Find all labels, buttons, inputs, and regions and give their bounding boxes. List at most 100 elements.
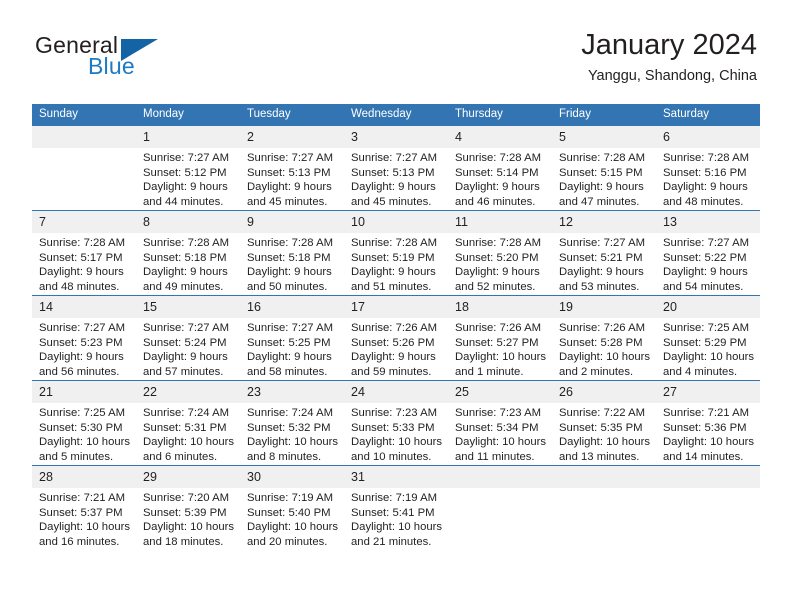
weekday-header-row: Sunday Monday Tuesday Wednesday Thursday… (32, 104, 760, 126)
sunset-text: Sunset: 5:27 PM (455, 336, 539, 349)
sunset-text: Sunset: 5:20 PM (455, 251, 539, 264)
day-sun-info: Sunrise: 7:27 AM Sunset: 5:25 PM Daylight:… (240, 318, 344, 379)
sunset-text: Sunset: 5:26 PM (351, 336, 435, 349)
calendar-day-cell[interactable]: 9 Sunrise: 7:28 AM Sunset: 5:18 PM Daylight… (240, 210, 344, 296)
daylight-text-line2: and 50 minutes. (247, 280, 328, 293)
day-number: 29 (136, 466, 240, 488)
calendar-day-cell[interactable]: 20 Sunrise: 7:25 AM Sunset: 5:29 PM Dayligh… (656, 295, 760, 381)
sunrise-text: Sunrise: 7:20 AM (143, 492, 230, 504)
calendar-day-cell[interactable]: 19 Sunrise: 7:26 AM Sunset: 5:28 PM Dayligh… (552, 295, 656, 381)
calendar-day-cell[interactable]: 1 Sunrise: 7:27 AM Sunset: 5:12 PM Daylight… (136, 126, 240, 211)
sunset-text: Sunset: 5:25 PM (247, 336, 331, 349)
daylight-text-line2: and 59 minutes. (351, 365, 432, 378)
day-number: 26 (552, 381, 656, 403)
calendar-day-cell[interactable]: 6 Sunrise: 7:28 AM Sunset: 5:16 PM Daylight… (656, 126, 760, 211)
daylight-text-line1: Daylight: 10 hours (247, 436, 339, 449)
daylight-text-line1: Daylight: 9 hours (247, 266, 332, 279)
page-title: January 2024 (581, 29, 757, 61)
daylight-text-line1: Daylight: 9 hours (455, 266, 540, 279)
sunrise-text: Sunrise: 7:27 AM (247, 152, 334, 164)
day-number (32, 126, 136, 148)
daylight-text-line2: and 1 minute. (455, 365, 524, 378)
calendar-day-cell[interactable]: 17 Sunrise: 7:26 AM Sunset: 5:26 PM Dayligh… (344, 295, 448, 381)
calendar-day-cell[interactable]: 3 Sunrise: 7:27 AM Sunset: 5:13 PM Daylight… (344, 126, 448, 211)
calendar-table: Sunday Monday Tuesday Wednesday Thursday… (32, 104, 760, 550)
calendar-day-cell[interactable]: 14 Sunrise: 7:27 AM Sunset: 5:23 PM Dayligh… (32, 295, 136, 381)
sunrise-text: Sunrise: 7:27 AM (143, 322, 230, 334)
calendar-day-cell[interactable]: 15 Sunrise: 7:27 AM Sunset: 5:24 PM Dayligh… (136, 295, 240, 381)
calendar-day-cell[interactable]: 16 Sunrise: 7:27 AM Sunset: 5:25 PM Dayligh… (240, 295, 344, 381)
page-header: General Blue January 2024 Yanggu, Shando… (35, 28, 757, 90)
day-number: 20 (656, 296, 760, 318)
day-sun-info: Sunrise: 7:26 AM Sunset: 5:28 PM Daylight:… (552, 318, 656, 379)
daylight-text-line1: Daylight: 10 hours (351, 436, 443, 449)
calendar-day-cell[interactable]: 8 Sunrise: 7:28 AM Sunset: 5:18 PM Daylight… (136, 210, 240, 296)
sunset-text: Sunset: 5:16 PM (663, 166, 747, 179)
day-number: 6 (656, 126, 760, 148)
calendar-week-row: 1 Sunrise: 7:27 AM Sunset: 5:12 PM Daylight… (32, 126, 760, 211)
sunrise-text: Sunrise: 7:26 AM (559, 322, 646, 334)
calendar-day-cell[interactable]: 23 Sunrise: 7:24 AM Sunset: 5:32 PM Dayligh… (240, 380, 344, 466)
daylight-text-line1: Daylight: 10 hours (663, 436, 755, 449)
day-number (656, 466, 760, 488)
day-sun-info: Sunrise: 7:27 AM Sunset: 5:21 PM Daylight:… (552, 233, 656, 294)
sunset-text: Sunset: 5:24 PM (143, 336, 227, 349)
sunset-text: Sunset: 5:37 PM (39, 506, 123, 519)
calendar-day-cell[interactable]: 27 Sunrise: 7:21 AM Sunset: 5:36 PM Dayligh… (656, 380, 760, 466)
calendar-day-cell[interactable]: 31 Sunrise: 7:19 AM Sunset: 5:41 PM Dayligh… (344, 465, 448, 550)
calendar-day-cell[interactable]: 4 Sunrise: 7:28 AM Sunset: 5:14 PM Daylight… (448, 126, 552, 211)
sunrise-text: Sunrise: 7:24 AM (143, 407, 230, 419)
calendar-day-cell[interactable]: 24 Sunrise: 7:23 AM Sunset: 5:33 PM Dayligh… (344, 380, 448, 466)
sunrise-text: Sunrise: 7:23 AM (455, 407, 542, 419)
daylight-text-line1: Daylight: 10 hours (143, 436, 235, 449)
sunset-text: Sunset: 5:18 PM (247, 251, 331, 264)
sunrise-text: Sunrise: 7:24 AM (247, 407, 334, 419)
sunrise-text: Sunrise: 7:28 AM (663, 152, 750, 164)
daylight-text-line1: Daylight: 10 hours (247, 521, 339, 534)
sunrise-text: Sunrise: 7:21 AM (663, 407, 750, 419)
calendar-day-cell[interactable]: 21 Sunrise: 7:25 AM Sunset: 5:30 PM Dayligh… (32, 380, 136, 466)
calendar-day-cell[interactable]: 29 Sunrise: 7:20 AM Sunset: 5:39 PM Dayligh… (136, 465, 240, 550)
weekday-header-wednesday: Wednesday (344, 104, 448, 126)
calendar-day-cell[interactable]: 2 Sunrise: 7:27 AM Sunset: 5:13 PM Daylight… (240, 126, 344, 211)
day-sun-info: Sunrise: 7:27 AM Sunset: 5:22 PM Daylight:… (656, 233, 760, 294)
day-sun-info: Sunrise: 7:23 AM Sunset: 5:34 PM Daylight:… (448, 403, 552, 464)
sunset-text: Sunset: 5:14 PM (455, 166, 539, 179)
day-number: 3 (344, 126, 448, 148)
sunrise-text: Sunrise: 7:28 AM (247, 237, 334, 249)
sunset-text: Sunset: 5:31 PM (143, 421, 227, 434)
calendar-day-cell[interactable]: 25 Sunrise: 7:23 AM Sunset: 5:34 PM Dayligh… (448, 380, 552, 466)
calendar-day-cell[interactable]: 13 Sunrise: 7:27 AM Sunset: 5:22 PM Dayligh… (656, 210, 760, 296)
calendar-day-cell[interactable]: 30 Sunrise: 7:19 AM Sunset: 5:40 PM Dayligh… (240, 465, 344, 550)
calendar-day-cell[interactable]: 7 Sunrise: 7:28 AM Sunset: 5:17 PM Daylight… (32, 210, 136, 296)
day-number: 1 (136, 126, 240, 148)
sunset-text: Sunset: 5:33 PM (351, 421, 435, 434)
calendar-day-cell[interactable]: 26 Sunrise: 7:22 AM Sunset: 5:35 PM Dayligh… (552, 380, 656, 466)
day-sun-info: Sunrise: 7:27 AM Sunset: 5:12 PM Daylight:… (136, 148, 240, 209)
calendar-day-cell[interactable]: 10 Sunrise: 7:28 AM Sunset: 5:19 PM Dayligh… (344, 210, 448, 296)
daylight-text-line2: and 56 minutes. (39, 365, 120, 378)
calendar-day-cell[interactable]: 22 Sunrise: 7:24 AM Sunset: 5:31 PM Dayligh… (136, 380, 240, 466)
day-number: 30 (240, 466, 344, 488)
sunrise-text: Sunrise: 7:27 AM (143, 152, 230, 164)
calendar-day-cell[interactable]: 12 Sunrise: 7:27 AM Sunset: 5:21 PM Dayligh… (552, 210, 656, 296)
day-sun-info (32, 148, 136, 151)
calendar-day-cell[interactable]: 11 Sunrise: 7:28 AM Sunset: 5:20 PM Dayligh… (448, 210, 552, 296)
daylight-text-line1: Daylight: 10 hours (559, 436, 651, 449)
day-sun-info (656, 488, 760, 491)
sunset-text: Sunset: 5:17 PM (39, 251, 123, 264)
day-sun-info: Sunrise: 7:27 AM Sunset: 5:24 PM Daylight:… (136, 318, 240, 379)
daylight-text-line2: and 2 minutes. (559, 365, 634, 378)
daylight-text-line1: Daylight: 10 hours (455, 351, 547, 364)
sunrise-text: Sunrise: 7:28 AM (455, 152, 542, 164)
calendar-day-cell[interactable]: 28 Sunrise: 7:21 AM Sunset: 5:37 PM Dayligh… (32, 465, 136, 550)
sunset-text: Sunset: 5:29 PM (663, 336, 747, 349)
calendar-day-cell[interactable]: 5 Sunrise: 7:28 AM Sunset: 5:15 PM Daylight… (552, 126, 656, 211)
day-number: 31 (344, 466, 448, 488)
day-sun-info: Sunrise: 7:26 AM Sunset: 5:27 PM Daylight:… (448, 318, 552, 379)
calendar-day-cell[interactable]: 18 Sunrise: 7:26 AM Sunset: 5:27 PM Dayligh… (448, 295, 552, 381)
general-blue-logo[interactable]: General Blue (35, 32, 205, 88)
sunrise-text: Sunrise: 7:22 AM (559, 407, 646, 419)
daylight-text-line1: Daylight: 9 hours (559, 181, 644, 194)
day-number: 17 (344, 296, 448, 318)
